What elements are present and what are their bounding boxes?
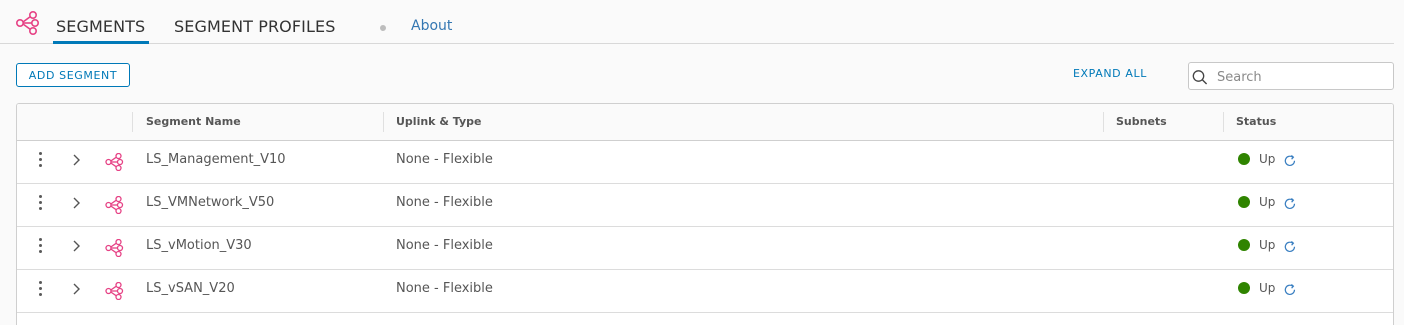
status-text: Up [1259,238,1276,252]
table-row: LS_vSAN_V20 None - Flexible Up [17,270,1393,313]
segment-name: LS_Management_V10 [146,152,286,167]
kebab-menu-icon[interactable] [37,238,45,256]
column-separator [132,112,133,132]
status-up-dot-icon [1238,239,1250,251]
segment-name: LS_vMotion_V30 [146,238,252,253]
chevron-right-icon[interactable] [71,239,83,253]
segment-icon [105,196,124,214]
column-header-subnets[interactable]: Subnets [1116,115,1167,128]
refresh-icon[interactable] [1283,240,1297,254]
segment-icon [105,282,124,300]
uplink-type: None - Flexible [396,238,493,253]
refresh-icon[interactable] [1283,197,1297,211]
column-separator [1103,112,1104,132]
kebab-menu-icon[interactable] [37,195,45,213]
tab-bar: SEGMENTS SEGMENT PROFILES About [0,0,1394,44]
column-header-status[interactable]: Status [1236,115,1276,128]
status-text: Up [1259,281,1276,295]
tab-segments[interactable]: SEGMENTS [52,17,150,44]
about-link[interactable]: About [411,18,452,34]
uplink-type: None - Flexible [396,152,493,167]
search-icon [1192,70,1208,85]
column-header-segment-name[interactable]: Segment Name [146,115,241,128]
tab-separator-dot [380,25,386,31]
status-text: Up [1259,152,1276,166]
segment-name: LS_vSAN_V20 [146,281,235,296]
segments-datagrid: Segment Name Uplink & Type Subnets Statu… [16,103,1394,325]
status-up-dot-icon [1238,196,1250,208]
chevron-right-icon[interactable] [71,153,83,167]
chevron-right-icon[interactable] [71,196,83,210]
column-separator [1223,112,1224,132]
segment-icon [105,239,124,257]
refresh-icon[interactable] [1283,154,1297,168]
refresh-icon[interactable] [1283,283,1297,297]
column-header-uplink-type[interactable]: Uplink & Type [396,115,481,128]
table-row: LS_Management_V10 None - Flexible Up [17,141,1393,184]
status-up-dot-icon [1238,153,1250,165]
add-segment-button[interactable]: ADD SEGMENT [16,63,130,87]
uplink-type: None - Flexible [396,195,493,210]
status-up-dot-icon [1238,282,1250,294]
segment-icon [105,153,124,171]
table-row: LS_VMNetwork_V50 None - Flexible Up [17,184,1393,227]
datagrid-header: Segment Name Uplink & Type Subnets Statu… [17,104,1393,141]
kebab-menu-icon[interactable] [37,152,45,170]
chevron-right-icon[interactable] [71,282,83,296]
search-box[interactable] [1188,62,1394,90]
segment-name: LS_VMNetwork_V50 [146,195,275,210]
segments-icon [15,10,39,35]
search-input[interactable] [1217,68,1387,86]
table-row: LS_vMotion_V30 None - Flexible Up [17,227,1393,270]
column-separator [383,112,384,132]
uplink-type: None - Flexible [396,281,493,296]
expand-all-button[interactable]: EXPAND ALL [1073,67,1147,80]
tab-segment-profiles[interactable]: SEGMENT PROFILES [174,17,335,36]
kebab-menu-icon[interactable] [37,281,45,299]
status-text: Up [1259,195,1276,209]
